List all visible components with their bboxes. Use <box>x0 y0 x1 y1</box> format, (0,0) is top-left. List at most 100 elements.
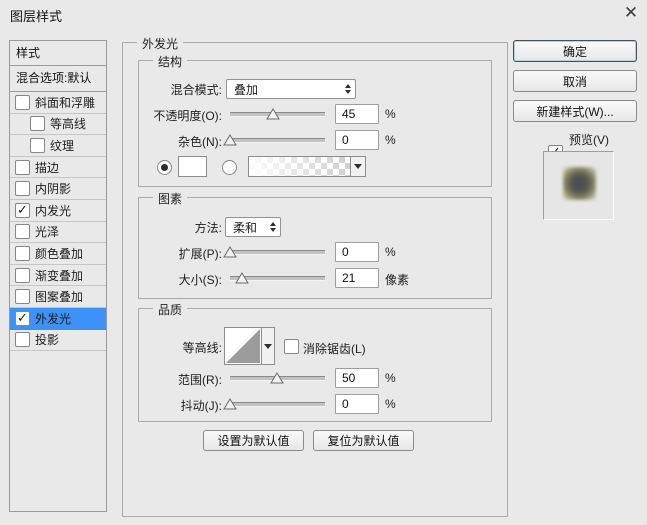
spread-label: 扩展(P): <box>179 245 222 262</box>
sidebar-item-satin[interactable]: 光泽 <box>10 222 106 244</box>
range-input[interactable] <box>335 368 379 388</box>
blend-mode-select[interactable]: 叠加 <box>226 79 356 99</box>
noise-label: 杂色(N): <box>178 133 222 150</box>
inner-glow-checkbox[interactable] <box>15 203 30 218</box>
blend-mode-value: 叠加 <box>234 81 258 98</box>
updown-arrows-icon <box>270 222 276 232</box>
sidebar-item-label: 纹理 <box>50 137 74 154</box>
color-overlay-checkbox[interactable] <box>15 246 30 261</box>
quality-group-title: 品质 <box>153 301 187 318</box>
preview-label: 预览(V) <box>569 131 609 148</box>
slider-thumb[interactable] <box>235 272 249 284</box>
cancel-button[interactable]: 取消 <box>513 70 637 92</box>
inner-shadow-checkbox[interactable] <box>15 181 30 196</box>
panel-title: 外发光 <box>137 35 183 52</box>
sidebar-item-list: 斜面和浮雕等高线纹理描边内阴影内发光光泽颜色叠加渐变叠加图案叠加外发光投影 <box>10 92 106 351</box>
sidebar-item-inner-glow[interactable]: 内发光 <box>10 200 106 222</box>
outer-glow-checkbox[interactable] <box>15 311 30 326</box>
texture-checkbox[interactable] <box>30 138 45 153</box>
jitter-unit: % <box>385 397 396 411</box>
contour-thumbnail[interactable] <box>225 328 261 364</box>
sidebar-item-label: 颜色叠加 <box>35 245 83 262</box>
sidebar-item-texture[interactable]: 纹理 <box>10 135 106 157</box>
opacity-input[interactable] <box>335 104 379 124</box>
size-input[interactable] <box>335 268 379 288</box>
new-style-button[interactable]: 新建样式(W)... <box>513 100 637 122</box>
gradient-radio[interactable] <box>222 160 237 175</box>
sidebar-item-blending-options[interactable]: 混合选项:默认 <box>10 66 106 92</box>
contour-checkbox[interactable] <box>30 116 45 131</box>
sidebar-item-color-overlay[interactable]: 颜色叠加 <box>10 243 106 265</box>
sidebar-item-contour[interactable]: 等高线 <box>10 114 106 136</box>
satin-checkbox[interactable] <box>15 224 30 239</box>
reset-default-button[interactable]: 复位为默认值 <box>313 430 414 451</box>
drop-shadow-checkbox[interactable] <box>15 332 30 347</box>
sidebar-item-drop-shadow[interactable]: 投影 <box>10 330 106 352</box>
sidebar-item-bevel-emboss[interactable]: 斜面和浮雕 <box>10 92 106 114</box>
jitter-slider[interactable] <box>230 398 325 411</box>
sidebar-item-inner-shadow[interactable]: 内阴影 <box>10 178 106 200</box>
chevron-down-icon[interactable] <box>261 328 274 364</box>
slider-track <box>230 138 325 143</box>
range-unit: % <box>385 371 396 385</box>
sidebar-item-label: 外发光 <box>35 310 71 327</box>
spread-slider[interactable] <box>230 246 325 259</box>
sidebar-item-label: 等高线 <box>50 115 86 132</box>
range-label: 范围(R): <box>178 371 222 388</box>
gradient-overlay-checkbox[interactable] <box>15 268 30 283</box>
ok-button[interactable]: 确定 <box>513 40 637 62</box>
sidebar-item-outer-glow[interactable]: 外发光 <box>10 308 106 330</box>
spread-input[interactable] <box>335 242 379 262</box>
slider-thumb[interactable] <box>223 398 237 410</box>
elements-group-title: 图素 <box>153 190 187 207</box>
contour-picker[interactable] <box>224 327 275 365</box>
pattern-overlay-checkbox[interactable] <box>15 289 30 304</box>
sidebar-header-styles: 样式 <box>10 41 106 66</box>
technique-value: 柔和 <box>233 219 257 236</box>
set-default-button[interactable]: 设置为默认值 <box>203 430 304 451</box>
gradient-preview[interactable] <box>249 157 350 176</box>
range-slider[interactable] <box>230 372 325 385</box>
glow-gradient-picker[interactable] <box>248 156 366 177</box>
slider-thumb[interactable] <box>270 372 284 384</box>
dialog-title: 图层样式 <box>10 6 62 25</box>
color-radio[interactable] <box>157 160 172 175</box>
noise-slider[interactable] <box>230 134 325 147</box>
slider-track <box>230 250 325 255</box>
sidebar-item-label: 描边 <box>35 159 59 176</box>
size-label: 大小(S): <box>179 271 222 288</box>
sidebar-item-stroke[interactable]: 描边 <box>10 157 106 179</box>
slider-track <box>230 402 325 407</box>
noise-unit: % <box>385 133 396 147</box>
stroke-checkbox[interactable] <box>15 160 30 175</box>
bevel-emboss-checkbox[interactable] <box>15 95 30 110</box>
blend-mode-label: 混合模式: <box>171 81 222 98</box>
slider-thumb[interactable] <box>223 134 237 146</box>
sidebar-item-pattern-overlay[interactable]: 图案叠加 <box>10 286 106 308</box>
opacity-unit: % <box>385 107 396 121</box>
sidebar-item-label: 内发光 <box>35 202 71 219</box>
sidebar-item-gradient-overlay[interactable]: 渐变叠加 <box>10 265 106 287</box>
slider-thumb[interactable] <box>266 108 280 120</box>
anti-alias-checkbox[interactable] <box>284 339 299 354</box>
opacity-slider[interactable] <box>230 108 325 121</box>
sidebar-item-label: 光泽 <box>35 223 59 240</box>
close-icon[interactable]: ✕ <box>619 1 643 25</box>
technique-label: 方法: <box>195 219 222 236</box>
style-preview-thumbnail <box>543 151 614 220</box>
jitter-label: 抖动(J): <box>181 397 222 414</box>
glow-color-swatch[interactable] <box>178 156 207 177</box>
jitter-input[interactable] <box>335 394 379 414</box>
technique-select[interactable]: 柔和 <box>225 217 281 237</box>
sidebar-item-label: 渐变叠加 <box>35 267 83 284</box>
noise-input[interactable] <box>335 130 379 150</box>
sidebar-item-label: 内阴影 <box>35 180 71 197</box>
chevron-down-icon[interactable] <box>350 157 365 176</box>
sidebar-item-label: 投影 <box>35 331 59 348</box>
sidebar-item-label: 图案叠加 <box>35 288 83 305</box>
anti-alias-label: 消除锯齿(L) <box>303 340 366 357</box>
slider-thumb[interactable] <box>223 246 237 258</box>
size-slider[interactable] <box>230 272 325 285</box>
updown-arrows-icon <box>345 84 351 94</box>
layer-style-dialog: { "dialog": { "title": "图层样式", "close_gl… <box>0 0 647 525</box>
